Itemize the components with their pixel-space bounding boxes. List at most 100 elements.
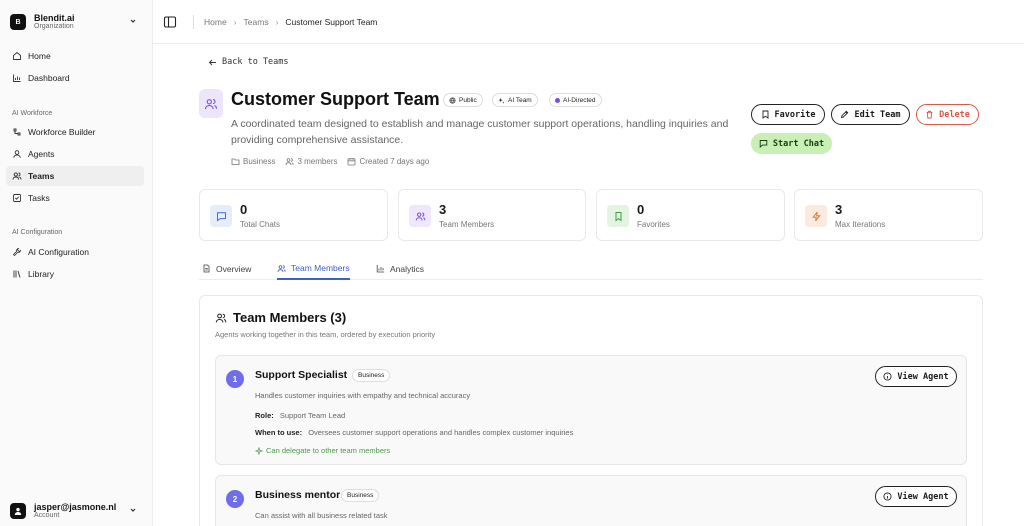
tab-label: Team Members [291,263,350,273]
chevron-right-icon: › [233,16,237,27]
when-label: When to use: [255,428,303,437]
stat-team-members: 3 Team Members [398,189,586,241]
sidebar-item-teams[interactable]: Teams [6,166,144,186]
sparkle-icon [498,97,505,104]
globe-icon [449,97,456,103]
folder-icon [231,158,240,165]
sidebar-item-agents[interactable]: Agents [6,144,144,164]
member-role: Role: Support Team Lead [255,411,345,420]
favorite-label: Favorite [774,109,816,120]
delete-button[interactable]: Delete [916,104,979,125]
sidebar-item-label: Dashboard [28,73,70,83]
favorite-button[interactable]: Favorite [751,104,825,125]
tab-analytics[interactable]: Analytics [376,258,424,279]
member-delegation: Can delegate to other team members [255,446,390,455]
stat-label: Favorites [637,220,670,229]
sidebar-item-workforce-builder[interactable]: Workforce Builder [6,122,144,142]
sidebar-item-label: Teams [28,171,55,181]
panel-title-text: Team Members (3) [233,310,347,325]
wrench-icon [12,248,21,257]
sidebar-item-dashboard[interactable]: Dashboard [6,68,144,88]
edit-team-button[interactable]: Edit Team [831,104,910,125]
stat-value: 0 [240,202,248,217]
breadcrumb: Home › Teams › Customer Support Team [193,14,377,29]
tab-label: Overview [216,263,252,274]
meta-members-text: 3 members [297,157,338,166]
users-icon [286,158,295,166]
stat-total-chats: 0 Total Chats [199,189,388,241]
stat-label: Total Chats [240,220,281,229]
tabs: Overview Team Members Analytics [199,258,983,280]
chart-icon [376,265,385,273]
stat-label: Team Members [439,220,495,229]
member-name: Support Specialist [255,369,348,381]
chart-icon [13,74,21,82]
sidebar-item-label: Library [28,269,54,279]
role-value: Support Team Lead [279,411,346,420]
sidebar: B Blendit.ai Organization Home Dashboard… [0,0,153,526]
tab-overview[interactable]: Overview [202,258,251,279]
bolt-icon [805,205,827,227]
meta-category: Business [231,157,275,166]
view-agent-button[interactable]: View Agent [875,366,957,387]
sidebar-item-label: Workforce Builder [28,127,96,137]
sidebar-item-library[interactable]: Library [6,264,144,284]
member-priority: 1 [226,370,244,388]
start-chat-button[interactable]: Start Chat [751,133,832,154]
member-category-badge: Business [341,489,380,502]
org-logo: B [10,14,26,30]
badge-ai-directed: AI-Directed [549,93,602,107]
delegation-text: Can delegate to other team members [266,446,391,455]
tasks-icon [13,194,21,202]
role-label: Role: [255,411,274,420]
edit-team-label: Edit Team [854,109,901,120]
message-icon [759,140,768,148]
stat-value: 0 [637,202,645,217]
member-priority: 2 [226,490,244,508]
stat-favorites: 0 Favorites [596,189,785,241]
sidebar-item-tasks[interactable]: Tasks [6,188,144,208]
section-ai-configuration: AI Configuration [12,229,63,236]
users-icon [277,264,286,272]
account-email: jasper@jasmone.nl [34,501,117,512]
user-icon [14,507,22,515]
stat-label: Max Iterations [835,220,886,229]
bookmark-icon [607,205,629,227]
account-switcher[interactable]: jasper@jasmone.nl Account [10,499,142,523]
sidebar-item-label: Tasks [28,193,50,203]
sidebar-item-home[interactable]: Home [6,46,144,66]
breadcrumb-home[interactable]: Home [204,17,227,27]
info-icon [883,492,892,501]
stat-max-iterations: 3 Max Iterations [794,189,983,241]
org-switcher[interactable]: B Blendit.ai Organization [10,10,142,34]
sidebar-toggle-icon[interactable] [163,15,177,29]
tab-team-members[interactable]: Team Members [277,258,350,280]
sidebar-item-label: AI Configuration [28,247,89,257]
chevron-updown-icon [130,508,136,512]
sidebar-item-label: Agents [28,149,55,159]
library-icon [13,270,21,278]
badge-label: Public [459,96,477,104]
topbar: Home › Teams › Customer Support Team [153,0,1024,44]
home-icon [13,51,21,60]
info-icon [883,372,892,381]
account-subtitle: Account [34,512,60,520]
view-agent-label: View Agent [897,371,949,382]
breadcrumb-teams[interactable]: Teams [244,17,269,27]
member-card: 1 Support Specialist Business Handles cu… [215,355,967,465]
back-to-teams-link[interactable]: Back to Teams [208,57,289,67]
stat-value: 3 [835,202,843,217]
sidebar-item-ai-configuration[interactable]: AI Configuration [6,242,144,262]
calendar-icon [348,158,356,166]
member-description: Handles customer inquiries with empathy … [255,391,471,400]
panel-subtitle: Agents working together in this team, or… [215,330,436,339]
view-agent-button[interactable]: View Agent [875,486,957,507]
document-icon [203,264,210,273]
sidebar-item-label: Home [28,51,51,61]
status-dot [555,97,560,103]
badge-ai-team: AI Team [492,93,538,107]
avatar [10,503,26,519]
start-chat-label: Start Chat [772,138,825,149]
member-category-badge: Business [352,369,391,382]
team-description: A coordinated team designed to establish… [231,118,729,147]
